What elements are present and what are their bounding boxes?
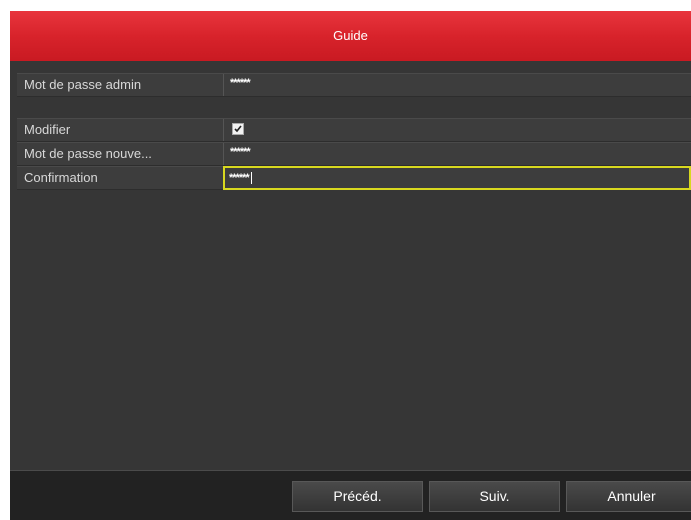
modify-checkbox[interactable] bbox=[232, 123, 244, 135]
text-caret bbox=[250, 172, 252, 185]
new-password-row: Mot de passe nouve... ****** bbox=[17, 142, 691, 166]
cancel-button[interactable]: Annuler bbox=[566, 481, 691, 512]
check-icon bbox=[234, 125, 242, 133]
dialog-footer: Précéd. Suiv. Annuler bbox=[10, 470, 691, 520]
previous-button[interactable]: Précéd. bbox=[292, 481, 423, 512]
modify-cell bbox=[223, 119, 691, 141]
confirmation-label: Confirmation bbox=[24, 170, 98, 185]
modify-row: Modifier bbox=[17, 118, 691, 142]
new-password-value: ****** bbox=[230, 146, 251, 158]
confirmation-value: ****** bbox=[229, 172, 250, 184]
modify-label: Modifier bbox=[24, 122, 71, 137]
new-password-field[interactable]: ****** bbox=[223, 143, 691, 165]
setup-wizard-dialog: Guide Mot de passe admin ****** Modifier… bbox=[10, 11, 691, 520]
dialog-title: Guide bbox=[10, 11, 691, 61]
new-password-label: Mot de passe nouve... bbox=[24, 146, 152, 161]
confirmation-field[interactable]: ****** bbox=[223, 166, 691, 190]
admin-password-value: ****** bbox=[230, 77, 251, 89]
next-button[interactable]: Suiv. bbox=[429, 481, 560, 512]
confirmation-row: Confirmation ****** bbox=[17, 166, 691, 190]
admin-password-field[interactable]: ****** bbox=[223, 74, 691, 96]
confirmation-value-wrap: ****** bbox=[229, 171, 252, 185]
admin-password-label: Mot de passe admin bbox=[24, 77, 142, 92]
admin-password-row: Mot de passe admin ****** bbox=[17, 73, 691, 97]
